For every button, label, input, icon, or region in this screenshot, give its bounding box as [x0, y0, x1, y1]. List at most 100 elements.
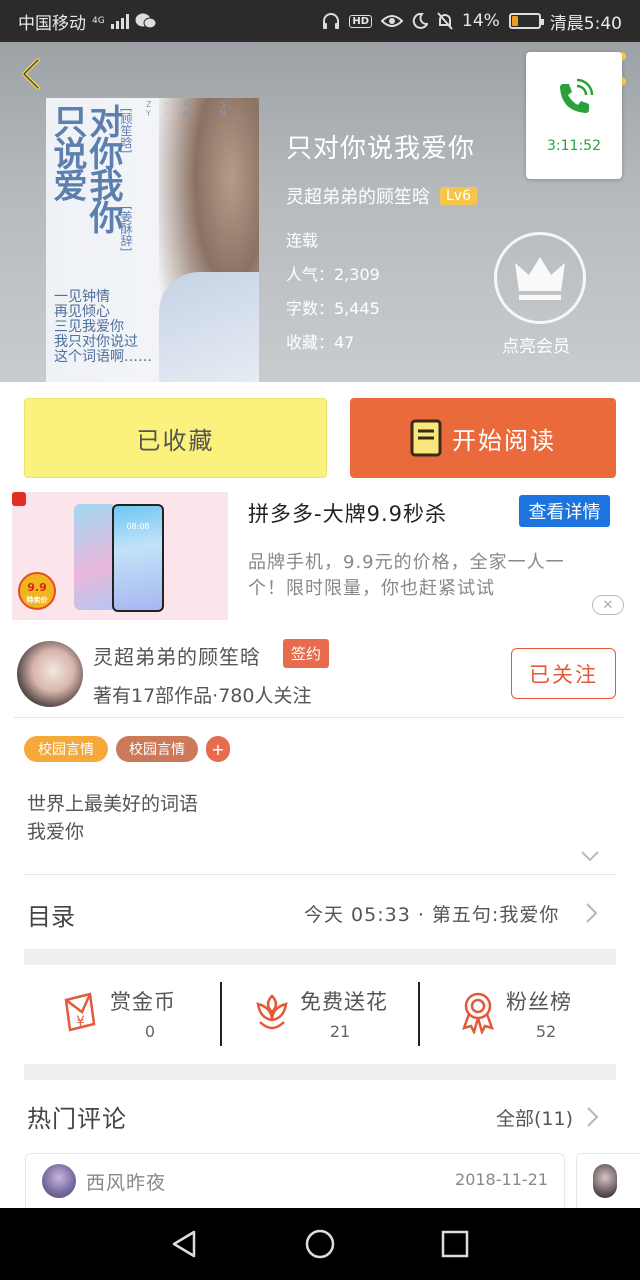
- comment-avatar[interactable]: [593, 1164, 617, 1198]
- expand-chevron-icon[interactable]: [580, 850, 600, 862]
- carrier-label: 中国移动: [18, 13, 86, 34]
- all-comments-link[interactable]: 全部(11): [496, 1104, 573, 1131]
- cover-title-b: 对你我你: [83, 104, 123, 232]
- action-count: 0: [144, 1022, 156, 1041]
- vip-label[interactable]: 点亮会员: [502, 332, 570, 357]
- action-count: 52: [535, 1022, 557, 1041]
- author-meta: 著有17部作品·780人关注: [93, 685, 312, 707]
- book-title: 只对你说我爱你: [286, 134, 476, 164]
- moon-icon: [412, 13, 429, 29]
- divider: [14, 717, 624, 718]
- comment-card[interactable]: [576, 1153, 640, 1213]
- battery-percent: 14%: [462, 11, 500, 31]
- status-bar: 中国移动 4G HD 14% 清晨5:40: [0, 0, 640, 42]
- author-level-badge: Lv6: [440, 187, 477, 205]
- ad-close-button[interactable]: ✕: [592, 595, 624, 615]
- battery-icon: [508, 13, 544, 29]
- home-circle-icon[interactable]: [304, 1228, 336, 1260]
- chevron-right-icon[interactable]: [585, 1106, 599, 1128]
- ad-detail-button[interactable]: 查看详情: [519, 495, 610, 527]
- author-avatar[interactable]: [17, 641, 83, 707]
- book-favorites: 收藏：47: [286, 333, 355, 352]
- comment-avatar[interactable]: [42, 1164, 76, 1198]
- medal-ribbon-icon: [462, 992, 494, 1034]
- action-count: 21: [329, 1022, 351, 1041]
- phone-screen-time: 08:08: [126, 522, 150, 531]
- back-arrow-icon[interactable]: [14, 56, 50, 92]
- badge-price: 9.9: [27, 581, 47, 594]
- cover-title-a: 只说爱: [47, 104, 87, 200]
- recents-square-icon[interactable]: [441, 1230, 469, 1258]
- crown-icon: [515, 257, 565, 300]
- action-label: 赏金币: [110, 990, 176, 1014]
- toc-latest-chapter[interactable]: 今天 05:33 · 第五句:我爱你: [304, 900, 559, 927]
- pinduoduo-logo-icon: [12, 492, 26, 506]
- description-line: 我爱你: [27, 821, 85, 843]
- action-label: 免费送花: [300, 990, 388, 1014]
- divider: [24, 874, 616, 875]
- favorited-label: 已收藏: [136, 426, 215, 455]
- flower-icon: [256, 994, 288, 1030]
- wechat-icon: [135, 13, 157, 29]
- phone-back-image: [74, 504, 116, 610]
- svg-text:¥: ¥: [76, 1014, 85, 1030]
- hot-comments-label: 热门评论: [27, 1105, 127, 1133]
- vip-crown-button[interactable]: [494, 232, 586, 324]
- tag-chip[interactable]: 校园言情: [116, 736, 198, 762]
- phone-call-icon: [560, 78, 594, 113]
- close-icon: ✕: [602, 597, 614, 613]
- book-word-count: 字数：5,445: [286, 299, 380, 318]
- favorited-button[interactable]: 已收藏: [24, 398, 327, 478]
- book-info: 只对你说我爱你 灵超弟弟的顾笙晗 Lv6 连载 人气：2,309 字数：5,44…: [286, 128, 477, 352]
- cover-author-a: [顾笙晗]: [119, 108, 133, 154]
- comment-date: 2018-11-21: [455, 1170, 548, 1189]
- book-popularity: 人气：2,309: [286, 265, 380, 284]
- reward-coins-button[interactable]: ¥ 赏金币 0: [24, 978, 214, 1048]
- badge-sub: 特卖价: [26, 596, 48, 604]
- book-cover[interactable]: Z · N · S · Y · A · N 只说爱 对你我你 [顾笙晗] [姜酥…: [46, 98, 259, 382]
- clock: 清晨5:40: [549, 13, 622, 34]
- followed-label: 已关注: [529, 662, 598, 687]
- start-reading-button[interactable]: 开始阅读: [350, 398, 616, 478]
- signal-icon: [110, 13, 129, 29]
- free-flower-button[interactable]: 免费送花 21: [214, 978, 404, 1048]
- book-icon: [410, 419, 442, 457]
- call-widget[interactable]: 3:11:52: [526, 52, 622, 179]
- description-line: 世界上最美好的词语: [27, 793, 199, 815]
- chevron-right-icon[interactable]: [584, 902, 598, 924]
- cover-tagline: 一见钟情 再见倾心 三见我爱你 我只对你说过 这个词语啊……: [54, 289, 152, 365]
- action-label: 粉丝榜: [506, 990, 572, 1014]
- comment-card[interactable]: 西风昨夜 2018-11-21: [25, 1153, 565, 1213]
- toc-label[interactable]: 目录: [27, 897, 75, 932]
- call-duration: 3:11:52: [547, 138, 601, 154]
- book-description: 世界上最美好的词语 我爱你: [27, 790, 198, 846]
- followed-button[interactable]: 已关注: [511, 648, 616, 699]
- ad-description: 品牌手机，9.9元的价格，全家一人一个！限时限量，你也赶紧试试: [248, 552, 565, 599]
- hd-icon: HD: [349, 14, 373, 28]
- fan-ranking-button[interactable]: 粉丝榜 52: [420, 978, 610, 1048]
- section-separator: [24, 1064, 616, 1080]
- ad-image[interactable]: 08:08 9.9 特卖价: [12, 492, 228, 620]
- eye-icon: [381, 15, 404, 27]
- book-author[interactable]: 灵超弟弟的顾笙晗: [286, 183, 430, 209]
- mute-bell-icon: [437, 12, 453, 30]
- red-envelope-coin-icon: ¥: [64, 992, 96, 1032]
- section-separator: [24, 949, 616, 965]
- price-badge: 9.9 特卖价: [18, 572, 56, 610]
- book-status: 连载: [286, 231, 319, 250]
- comment-user[interactable]: 西风昨夜: [86, 1168, 166, 1195]
- cover-letters: Z · N · S · Y · A · N: [146, 100, 249, 118]
- back-triangle-icon[interactable]: [170, 1229, 198, 1259]
- start-reading-label: 开始阅读: [452, 426, 556, 455]
- signed-badge: 签约: [283, 639, 330, 668]
- ad-detail-label: 查看详情: [528, 502, 601, 523]
- navigation-bar: [0, 1208, 640, 1280]
- author-name[interactable]: 灵超弟弟的顾笙晗: [93, 641, 261, 670]
- cover-author-b: [姜酥辞]: [119, 206, 133, 252]
- headphones-icon: [323, 13, 340, 29]
- add-tag-button[interactable]: +: [206, 736, 230, 762]
- tag-chip[interactable]: 校园言情: [24, 736, 108, 762]
- phone-front-image: 08:08: [112, 504, 164, 612]
- ad-title[interactable]: 拼多多-大牌9.9秒杀: [248, 498, 447, 528]
- network-type: 4G: [92, 15, 105, 26]
